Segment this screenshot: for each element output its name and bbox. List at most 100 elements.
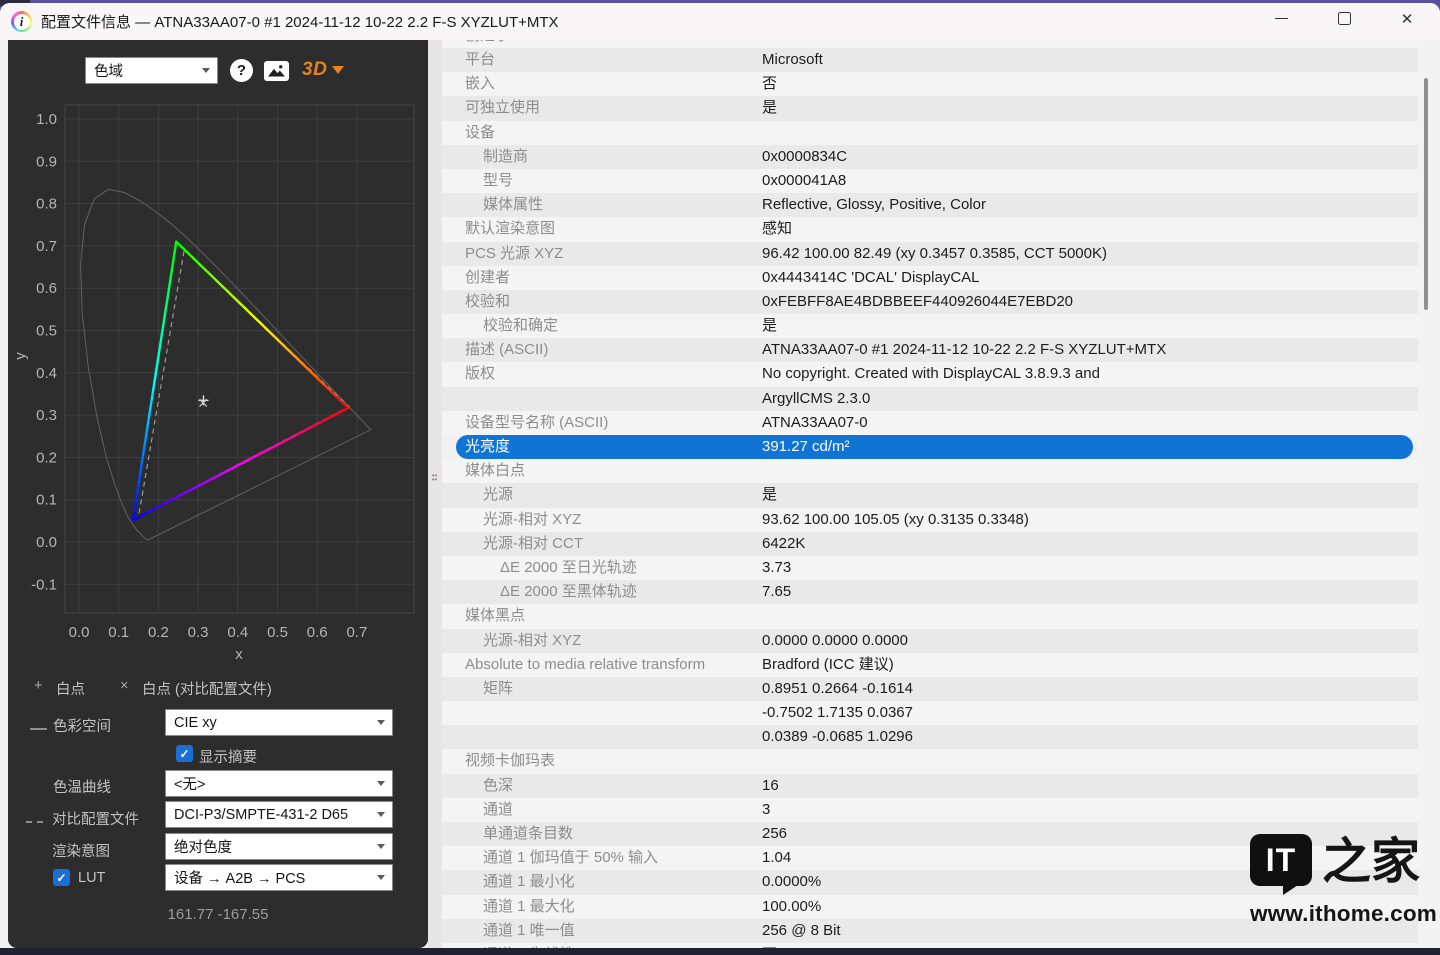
save-image-button[interactable]	[264, 61, 289, 81]
panel-splitter[interactable]: ••••	[428, 40, 442, 948]
solid-line-icon	[30, 728, 47, 730]
temp-curve-label: 色温曲线	[53, 776, 111, 797]
table-row[interactable]: 媒体白点	[442, 459, 1418, 483]
table-row[interactable]: 矩阵0.8951 0.2664 -0.1614	[442, 677, 1418, 701]
ithome-logo-cn: 之家	[1322, 834, 1420, 888]
ithome-url: www.ithome.com	[1250, 901, 1430, 927]
table-row[interactable]: 视频卡伽玛表	[442, 749, 1418, 773]
close-button[interactable]: ✕	[1384, 0, 1430, 37]
chart-legend: + 白点 × 白点 (对比配置文件)	[8, 678, 428, 698]
row-label: 矩阵	[442, 677, 762, 701]
row-label: 通道 1 伽玛值于 50% 输入	[442, 846, 762, 870]
table-row[interactable]: 通道3	[442, 798, 1418, 822]
minimize-icon	[1275, 18, 1288, 19]
row-value: 感知	[762, 217, 792, 241]
svg-text:0.6: 0.6	[307, 624, 328, 641]
scrollbar-track[interactable]	[1418, 40, 1440, 948]
row-value: 93.62 100.00 105.05 (xy 0.3135 0.3348)	[762, 508, 1029, 532]
row-value: 是	[762, 314, 777, 338]
row-value: Microsoft	[762, 48, 823, 72]
table-row[interactable]: 光源-相对 XYZ93.62 100.00 105.05 (xy 0.3135 …	[442, 508, 1418, 532]
lut-direction-select[interactable]: 设备 → A2B → PCS	[165, 864, 393, 891]
row-value: 0.0389 -0.0685 1.0296	[762, 725, 913, 749]
table-row[interactable]: 校验和确定是	[442, 314, 1418, 338]
table-row[interactable]: 平台Microsoft	[442, 48, 1418, 72]
row-label: 色深	[442, 774, 762, 798]
table-row[interactable]: 校验和0xFEBFF8AE4BDBBEEF440926044E7EBD20	[442, 290, 1418, 314]
table-row[interactable]: 嵌入否	[442, 72, 1418, 96]
table-row[interactable]: ΔE 2000 至日光轨迹3.73	[442, 556, 1418, 580]
row-value: 3	[762, 798, 770, 822]
row-value: 2024-11-12 10:55:50	[762, 40, 900, 48]
row-value: ATNA33AA07-0	[762, 411, 868, 435]
row-label: 校验和	[442, 290, 762, 314]
svg-text:0.0: 0.0	[36, 534, 57, 551]
show-summary-label: 显示摘要	[199, 746, 257, 767]
table-row[interactable]: -0.7502 1.7135 0.0367	[442, 701, 1418, 725]
svg-text:0.7: 0.7	[346, 624, 367, 641]
help-button[interactable]: ?	[230, 59, 253, 82]
row-label: 通道 1 最大化	[442, 895, 762, 919]
table-row[interactable]: 光源-相对 CCT6422K	[442, 532, 1418, 556]
temp-curve-select[interactable]: <无>	[165, 770, 393, 797]
table-row[interactable]: 0.0389 -0.0685 1.0296	[442, 725, 1418, 749]
chromaticity-chart[interactable]: 0.00.10.20.30.40.50.60.7-0.10.00.10.20.3…	[8, 100, 428, 660]
table-row[interactable]: PCS 光源 XYZ96.42 100.00 82.49 (xy 0.3457 …	[442, 242, 1418, 266]
row-value: 0.0000 0.0000 0.0000	[762, 629, 908, 653]
row-value: 256 @ 8 Bit	[762, 919, 841, 943]
table-row[interactable]: 媒体黑点	[442, 604, 1418, 628]
table-row-selected[interactable]: 光亮度391.27 cd/m²	[456, 435, 1413, 459]
svg-text:0.1: 0.1	[36, 492, 57, 509]
row-value: 7.65	[762, 580, 791, 604]
table-row[interactable]: ArgyllCMS 2.3.0	[442, 387, 1418, 411]
table-row[interactable]: 描述 (ASCII)ATNA33AA07-0 #1 2024-11-12 10-…	[442, 338, 1418, 362]
row-label: 创建于	[442, 40, 762, 48]
table-row[interactable]: 色深16	[442, 774, 1418, 798]
compare-profile-select[interactable]: DCI-P3/SMPTE-431-2 D65	[165, 801, 393, 828]
lut-label: LUT	[78, 870, 105, 886]
close-icon: ✕	[1401, 10, 1414, 28]
lut-checkbox[interactable]: ✓	[53, 869, 70, 886]
svg-text:0.1: 0.1	[108, 624, 129, 641]
chart-panel: 色域 ? 3D 0.00.10.20.30.40.50.60.7-0.10.00…	[8, 40, 428, 948]
svg-text:0.5: 0.5	[36, 323, 57, 340]
table-row[interactable]: 默认渲染意图感知	[442, 217, 1418, 241]
table-row[interactable]: 光源-相对 XYZ0.0000 0.0000 0.0000	[442, 629, 1418, 653]
row-value: 391.27 cd/m²	[762, 435, 850, 459]
3d-view-button[interactable]: 3D	[302, 59, 344, 81]
row-label	[442, 387, 762, 411]
compare-profile-value: DCI-P3/SMPTE-431-2 D65	[174, 807, 348, 823]
row-value: -0.7502 1.7135 0.0367	[762, 701, 913, 725]
image-icon	[266, 63, 287, 79]
maximize-button[interactable]	[1321, 0, 1367, 37]
svg-text:1.0: 1.0	[36, 111, 57, 128]
row-label: 单通道条目数	[442, 822, 762, 846]
table-row[interactable]: 创建者0x4443414C 'DCAL' DisplayCAL	[442, 266, 1418, 290]
table-row[interactable]: 设备	[442, 121, 1418, 145]
row-label: 型号	[442, 169, 762, 193]
colorspace-select[interactable]: CIE xy	[165, 709, 393, 736]
table-row[interactable]: 型号0x000041A8	[442, 169, 1418, 193]
plus-marker-icon: +	[34, 678, 42, 694]
ithome-logo-icon: IT	[1250, 834, 1312, 886]
row-label: Absolute to media relative transform	[442, 653, 762, 677]
chevron-down-icon	[202, 68, 210, 73]
table-row[interactable]: 设备型号名称 (ASCII)ATNA33AA07-0	[442, 411, 1418, 435]
view-select[interactable]: 色域	[85, 57, 218, 84]
legend-whitepoint: 白点	[56, 678, 85, 699]
table-row[interactable]: ΔE 2000 至黑体轨迹7.65	[442, 580, 1418, 604]
table-row[interactable]: 光源是	[442, 483, 1418, 507]
table-row[interactable]: 制造商0x0000834C	[442, 145, 1418, 169]
row-value: ArgyllCMS 2.3.0	[762, 387, 870, 411]
row-value: 是	[762, 96, 777, 120]
table-row[interactable]: 媒体属性Reflective, Glossy, Positive, Color	[442, 193, 1418, 217]
row-value: 0x0000834C	[762, 145, 847, 169]
rendering-intent-select[interactable]: 绝对色度	[165, 833, 393, 860]
show-summary-checkbox[interactable]: ✓	[176, 745, 193, 762]
minimize-button[interactable]	[1258, 0, 1304, 37]
table-row[interactable]: Absolute to media relative transformBrad…	[442, 653, 1418, 677]
table-row[interactable]: 创建于2024-11-12 10:55:50	[442, 40, 1418, 48]
table-row[interactable]: 版权No copyright. Created with DisplayCAL …	[442, 362, 1418, 386]
scrollbar-thumb[interactable]	[1424, 78, 1428, 310]
table-row[interactable]: 可独立使用是	[442, 96, 1418, 120]
